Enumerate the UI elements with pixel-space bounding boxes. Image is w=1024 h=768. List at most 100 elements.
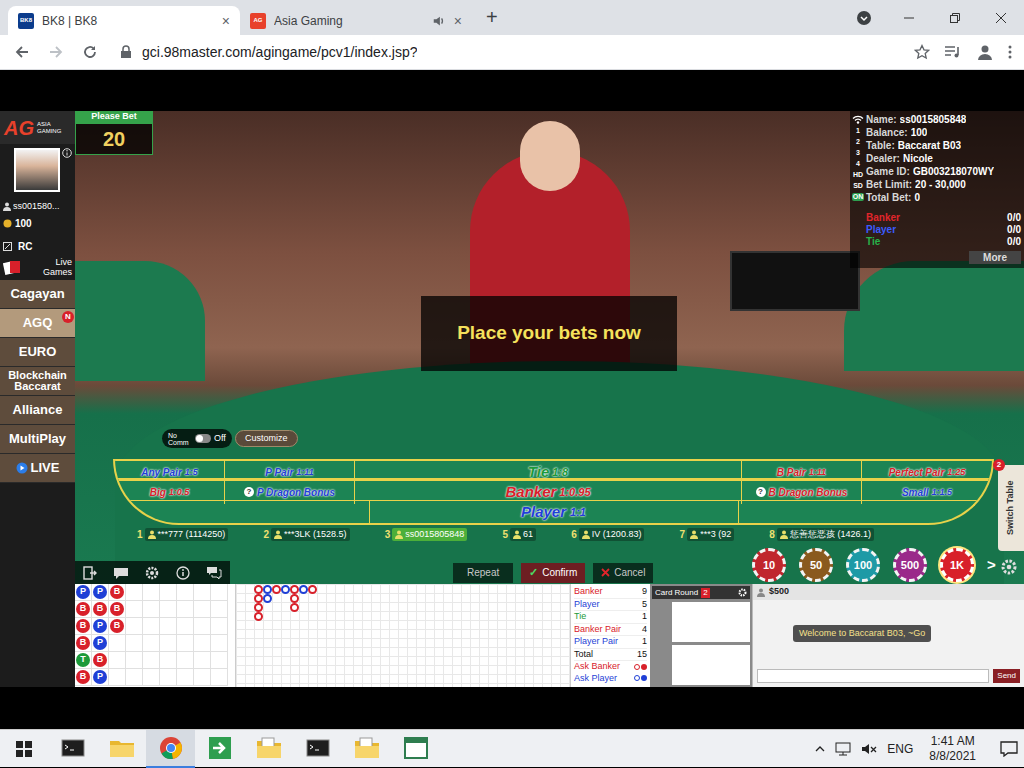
chip[interactable]: 500 [893,548,927,582]
tray-chevron-icon[interactable] [815,745,825,753]
exit-icon[interactable] [83,566,97,580]
settings-icon[interactable] [145,566,159,580]
signal-item[interactable]: HD [852,171,864,179]
signal-item[interactable]: 3 [855,149,861,157]
clock[interactable]: 1:41 AM8/8/2021 [923,734,982,764]
chat-input[interactable] [757,669,989,683]
seat[interactable]: 1***777 (1114250) [137,527,228,542]
reload-icon[interactable] [80,44,100,60]
nav-item[interactable]: AGQN [0,309,75,338]
bet-area[interactable]: Big1:0.5 [115,481,225,504]
new-tab-button[interactable]: + [486,6,498,28]
notification-icon[interactable] [992,741,1018,757]
info-icon[interactable] [176,566,190,580]
seat[interactable]: 6IV (1200.83) [571,527,644,542]
help-badge[interactable]: ? [756,487,766,497]
seat-player[interactable]: 惩善惩恶孩 (1426.1) [777,528,874,542]
confirm-button[interactable]: ✓Confirm [521,563,585,583]
signal-item[interactable]: ON [852,193,865,201]
browser-tab[interactable]: AGAsia Gaming× [240,6,472,35]
signal-item[interactable]: 1 [855,127,861,135]
menu-icon[interactable] [1008,44,1012,60]
nav-item[interactable]: Alliance [0,396,75,425]
avatar[interactable] [14,148,60,192]
chip[interactable]: 100 [846,548,880,582]
taskbar-arrow-icon[interactable] [195,730,244,768]
bet-area[interactable]: Player1:1 [369,501,739,524]
more-button[interactable]: More [969,251,1021,264]
tab-search-icon[interactable] [842,0,886,35]
bet-area[interactable]: Small1:1.5 [862,481,992,504]
info-value: ss0015805848 [900,113,967,126]
nav-item[interactable]: LIVE [0,454,75,483]
taskbar-folder-icon[interactable] [97,730,146,768]
toggle-switch[interactable] [195,434,211,443]
repeat-button[interactable]: Repeat [453,563,513,583]
profile-icon[interactable] [976,43,994,61]
gear-icon[interactable] [738,588,747,597]
taskbar-app-icon[interactable] [391,730,440,768]
taskbar-chrome-icon[interactable] [146,730,195,768]
ask-label[interactable]: Ask Banker [574,661,620,673]
tab-close-button[interactable]: × [454,14,462,28]
speaker-muted-icon[interactable] [861,742,877,756]
cancel-button[interactable]: Cancel [593,563,653,583]
media-icon[interactable] [944,44,962,60]
url-field[interactable]: gci.98master.com/agingame/pcv1/index.jsp… [114,38,900,66]
nav-item[interactable]: Cagayan [0,280,75,309]
taskbar-files-icon[interactable] [244,730,293,768]
chips-next-button[interactable]: > [987,554,996,577]
seat[interactable]: 7***3 (92 [680,527,735,542]
browser-tab[interactable]: BK8BK8 | BK8× [8,6,240,35]
switch-table-button[interactable]: Switch Table2 [998,465,1024,551]
language-indicator[interactable]: ENG [887,740,913,758]
taskbar-terminal-icon[interactable] [48,730,97,768]
signal-item[interactable]: 2 [855,138,861,146]
nav-item[interactable]: Blockchain Baccarat [0,367,75,396]
seat-player[interactable]: 61 [510,528,536,542]
seat-player[interactable]: ***3 (92 [687,528,734,542]
bet-area[interactable]: ?P Dragon Bonus [225,481,355,504]
ask-label[interactable]: Ask Player [574,673,617,685]
ask-row[interactable]: Ask Player [574,673,647,685]
start-icon[interactable] [0,730,48,768]
send-button[interactable]: Send [993,669,1020,683]
restore-icon[interactable] [932,0,978,35]
back-icon[interactable] [12,44,32,60]
seat-player[interactable]: ***3LK (1528.5) [271,528,350,542]
nav-item[interactable]: EURO [0,338,75,367]
seat-player[interactable]: ***777 (1114250) [145,528,229,542]
chip[interactable]: 50 [799,548,833,582]
seat[interactable]: 8惩善惩恶孩 (1426.1) [769,527,874,542]
seat-player[interactable]: ss0015805848 [392,528,467,542]
customize-button[interactable]: Customize [235,430,298,447]
nav-item[interactable]: MultiPlay [0,425,75,454]
signal-item[interactable]: SD [852,182,864,190]
chat-icon[interactable] [113,566,129,580]
help-badge[interactable]: ? [244,487,254,497]
chip[interactable]: 1K [940,548,974,582]
tab-close-button[interactable]: × [222,14,230,28]
gear-icon[interactable] [1000,558,1018,576]
seat[interactable]: 2***3LK (1528.5) [263,527,349,542]
minimize-icon[interactable] [886,0,932,35]
taskbar-files-icon[interactable] [342,730,391,768]
messages-icon[interactable] [206,566,222,580]
seat-player[interactable]: IV (1200.83) [579,528,645,542]
chip[interactable]: 10 [752,548,786,582]
speaker-icon[interactable] [432,14,446,28]
no-comm-toggle[interactable]: No CommOff [162,429,232,448]
rc-row[interactable]: RC [0,239,75,254]
star-icon[interactable] [914,44,930,60]
network-icon[interactable] [835,742,851,756]
seat[interactable]: 561 [503,527,537,542]
close-icon[interactable] [978,0,1024,35]
bet-area[interactable]: ?B Dragon Bonus [742,481,862,504]
signal-item[interactable]: 4 [855,160,861,168]
seat[interactable]: 3ss0015805848 [385,527,468,542]
forward-icon[interactable] [46,44,66,60]
ask-row[interactable]: Ask Banker [574,661,647,673]
live-games-row[interactable]: Live Games [0,257,75,277]
info-icon[interactable] [62,148,72,158]
taskbar-terminal-icon[interactable] [293,730,342,768]
